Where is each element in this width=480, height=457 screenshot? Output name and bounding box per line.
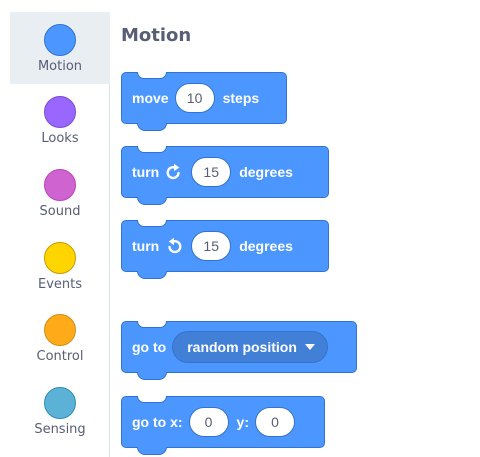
dropdown-value: random position: [187, 339, 297, 355]
go-to-xy-block[interactable]: go to x: 0 y: 0: [121, 396, 325, 455]
scratch-editor: Motion Looks Sound Events Control Sensin…: [0, 0, 480, 457]
control-category-dot-icon: [44, 314, 76, 346]
sensing-category-dot-icon: [44, 387, 76, 419]
go-to-block[interactable]: go to random position: [121, 321, 357, 380]
category-motion[interactable]: Motion: [10, 12, 110, 84]
block-text: steps: [222, 90, 260, 106]
turn-left-block[interactable]: turn 15 degrees: [121, 220, 329, 279]
steps-input[interactable]: 10: [174, 83, 215, 113]
palette-title: Motion: [121, 25, 192, 46]
category-label: Sound: [39, 204, 81, 219]
block-text: go to: [132, 339, 167, 355]
category-sensing[interactable]: Sensing: [10, 375, 110, 447]
category-label: Motion: [37, 59, 83, 74]
degrees-input[interactable]: 15: [191, 157, 232, 187]
block-palette: Motion move 10 steps turn 15 degrees tur…: [111, 12, 480, 457]
motion-category-dot-icon: [44, 24, 76, 56]
chevron-down-icon: [304, 344, 315, 350]
category-label: Control: [36, 349, 84, 364]
x-input[interactable]: 0: [188, 407, 229, 437]
category-menu: Motion Looks Sound Events Control Sensin…: [10, 12, 110, 457]
category-label: Sensing: [34, 422, 86, 437]
category-label: Looks: [41, 131, 79, 146]
sound-category-dot-icon: [44, 169, 76, 201]
rotate-clockwise-icon: [166, 163, 180, 180]
block-text: move: [132, 90, 169, 106]
block-text: turn: [132, 238, 160, 254]
block-text: turn: [132, 164, 160, 180]
block-text: degrees: [239, 238, 293, 254]
events-category-dot-icon: [44, 242, 76, 274]
top-edge: [0, 0, 480, 12]
category-label: Events: [37, 277, 82, 292]
turn-right-block[interactable]: turn 15 degrees: [121, 146, 329, 205]
category-looks[interactable]: Looks: [10, 84, 110, 156]
move-steps-block[interactable]: move 10 steps: [121, 72, 287, 131]
block-text: y:: [236, 414, 249, 430]
rotate-counterclockwise-icon: [168, 237, 182, 254]
category-sound[interactable]: Sound: [10, 157, 110, 229]
looks-category-dot-icon: [44, 96, 76, 128]
go-to-target-dropdown[interactable]: random position: [172, 331, 328, 363]
category-events[interactable]: Events: [10, 230, 110, 302]
block-text: degrees: [239, 164, 293, 180]
y-input[interactable]: 0: [255, 407, 295, 437]
category-control[interactable]: Control: [10, 302, 110, 374]
block-text: go to x:: [132, 414, 183, 430]
degrees-input[interactable]: 15: [191, 231, 232, 261]
